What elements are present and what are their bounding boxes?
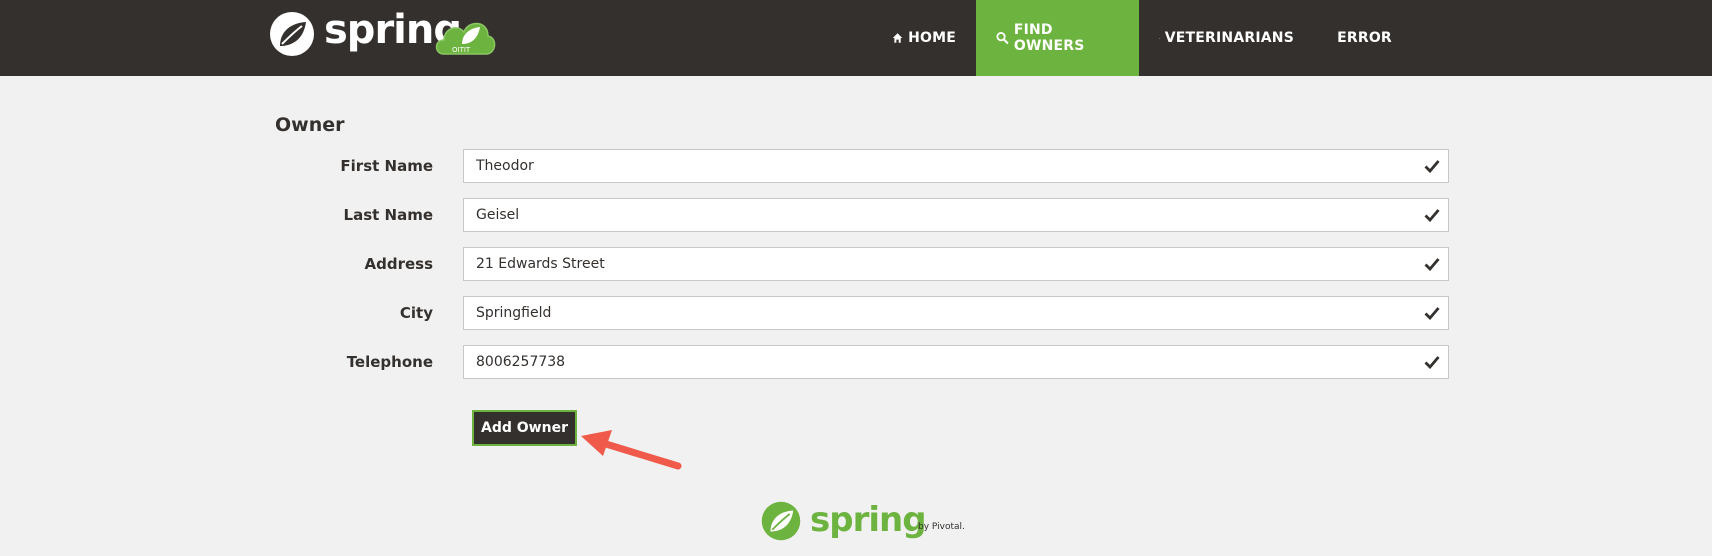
nav-home[interactable]: HOME [872, 0, 976, 76]
nav-label-find-owners: FIND OWNERS [1013, 22, 1085, 54]
list-icon [1159, 37, 1160, 39]
annotation-arrow-icon [581, 430, 682, 470]
add-owner-button[interactable]: Add Owner [472, 410, 577, 446]
navbar: spring OITIT HOME FIND OWNERS VETERINARI… [0, 0, 1712, 76]
check-icon [1424, 209, 1440, 222]
telephone-label: Telephone [346, 353, 433, 371]
footer-logo: spring by Pivotal. [760, 498, 965, 546]
city-label: City [399, 304, 433, 322]
spring-leaf-icon [761, 501, 801, 541]
nav-label-home: HOME [908, 30, 956, 46]
telephone-input[interactable] [463, 345, 1449, 379]
footer-by-pivotal: by Pivotal. [918, 522, 965, 532]
form-row-telephone: Telephone [0, 345, 1712, 379]
nav-error[interactable]: ERROR [1314, 0, 1410, 76]
main-nav: HOME FIND OWNERS VETERINARIANS ERROR [872, 0, 1410, 76]
nav-label-error: ERROR [1337, 30, 1392, 46]
form-row-first-name: First Name [0, 149, 1712, 183]
city-input[interactable] [463, 296, 1449, 330]
check-icon [1424, 356, 1440, 369]
page-title: Owner [275, 114, 345, 136]
first-name-label: First Name [340, 157, 433, 175]
form-row-last-name: Last Name [0, 198, 1712, 232]
address-input[interactable] [463, 247, 1449, 281]
nav-veterinarians[interactable]: VETERINARIANS [1139, 0, 1314, 76]
brand-logo[interactable]: spring OITIT [268, 8, 500, 56]
footer-brand: spring [810, 500, 927, 540]
cloud-badge-icon: OITIT [435, 22, 496, 55]
check-icon [1424, 258, 1440, 271]
last-name-input[interactable] [463, 198, 1449, 232]
first-name-input[interactable] [463, 149, 1449, 183]
address-label: Address [364, 255, 433, 273]
spring-leaf-icon [270, 12, 314, 56]
last-name-label: Last Name [343, 206, 433, 224]
nav-find-owners[interactable]: FIND OWNERS [976, 0, 1139, 76]
search-icon [996, 32, 1009, 45]
form-row-city: City [0, 296, 1712, 330]
check-icon [1424, 160, 1440, 173]
home-icon [892, 33, 903, 43]
nav-label-veterinarians: VETERINARIANS [1164, 30, 1294, 46]
form-row-address: Address [0, 247, 1712, 281]
badge-text: OITIT [452, 46, 471, 54]
check-icon [1424, 307, 1440, 320]
